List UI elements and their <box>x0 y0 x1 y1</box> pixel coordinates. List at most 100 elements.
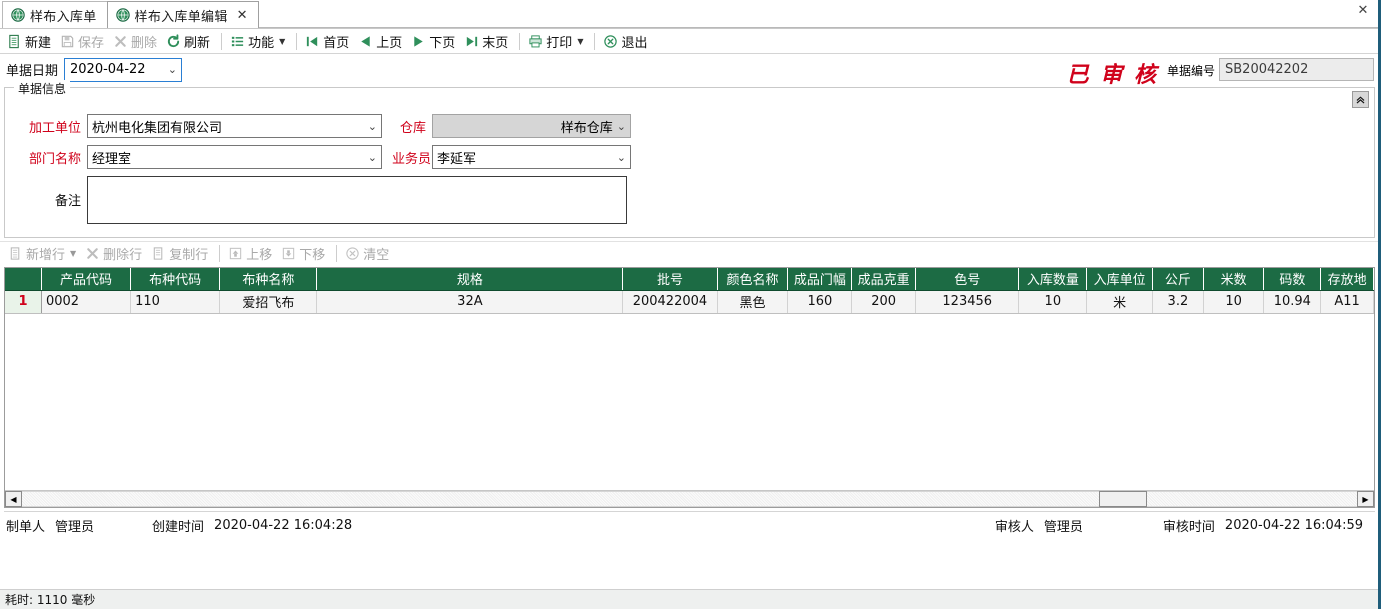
next-page-button[interactable]: 下页 <box>408 30 461 53</box>
collapse-panel-button[interactable] <box>1352 91 1369 108</box>
clear-all-button[interactable]: 清空 <box>342 242 395 265</box>
cell-product_code[interactable]: 0002 <box>41 290 132 314</box>
grid-column-header-finished_weight[interactable]: 成品克重 <box>851 268 917 291</box>
new-button[interactable]: 新建 <box>4 30 57 53</box>
grid-column-header-in_unit[interactable]: 入库单位 <box>1086 268 1154 291</box>
printer-icon <box>528 34 543 49</box>
grid-column-header-in_qty[interactable]: 入库数量 <box>1018 268 1088 291</box>
chevron-down-icon: ▼ <box>279 36 286 46</box>
grid-toolbar-separator <box>336 245 338 262</box>
cell-in_qty[interactable]: 10 <box>1018 290 1088 314</box>
move-up-button[interactable]: 上移 <box>225 242 278 265</box>
status-bar: 耗时: 1110 毫秒 <box>0 589 1378 609</box>
row-number-cell[interactable]: 1 <box>5 290 42 314</box>
delete-button[interactable]: 删除 <box>110 30 163 53</box>
grid-empty-area <box>5 313 1374 483</box>
chevron-down-icon: ▼ <box>577 36 584 46</box>
cell-finished_weight[interactable]: 200 <box>851 290 917 314</box>
grid-column-header-finished_width[interactable]: 成品门幅 <box>787 268 853 291</box>
cell-spec[interactable]: 32A <box>316 290 624 314</box>
cell-fabric_code[interactable]: 110 <box>130 290 221 314</box>
tab-close-icon[interactable]: ✕ <box>237 9 248 22</box>
move-up-icon <box>228 246 243 261</box>
toolbar-separator <box>296 32 298 50</box>
panel-title: 单据信息 <box>14 80 71 97</box>
exit-button[interactable]: 退出 <box>600 30 653 53</box>
toolbar-label: 功能 <box>248 35 275 51</box>
grid-column-header-yards[interactable]: 码数 <box>1263 268 1322 291</box>
window-close-icon[interactable]: ✕ <box>1354 3 1372 19</box>
refresh-button[interactable]: 刷新 <box>163 30 216 53</box>
document-info-panel: 单据信息 加工单位 杭州电化集团有限公司 ⌄ 仓库 样布仓库 ⌄ 部门名称 经理… <box>4 80 1375 238</box>
tab-label: 样布入库单 <box>30 9 97 25</box>
delete-row-button[interactable]: 删除行 <box>82 242 148 265</box>
chevron-down-icon: ⌄ <box>616 119 626 133</box>
grid-column-header-product_code[interactable]: 产品代码 <box>41 268 132 291</box>
move-down-button[interactable]: 下移 <box>278 242 331 265</box>
add-row-icon <box>8 246 23 261</box>
cell-in_unit[interactable]: 米 <box>1086 290 1154 314</box>
toolbar-label: 打印 <box>546 35 573 51</box>
remark-row: 备注 <box>19 176 627 224</box>
toolbar-label: 首页 <box>323 35 350 51</box>
scrollbar-thumb[interactable] <box>1099 491 1147 507</box>
exit-circle-icon <box>603 34 618 49</box>
warehouse-select: 样布仓库 ⌄ <box>432 114 631 138</box>
toolbar-label: 保存 <box>78 35 105 51</box>
grid-column-header-batch_no[interactable]: 批号 <box>622 268 718 291</box>
cell-yards[interactable]: 10.94 <box>1263 290 1322 314</box>
scroll-left-arrow-icon[interactable]: ◀ <box>5 491 22 507</box>
grid-toolbar-label: 上移 <box>246 248 273 263</box>
department-select[interactable]: 经理室 ⌄ <box>87 145 382 169</box>
tab-sample-fabric-inbound-edit[interactable]: 样布入库单编辑 ✕ <box>106 1 259 28</box>
document-date-input[interactable]: 2020-04-22 ⌄ <box>64 57 183 82</box>
grid-column-header-color_name[interactable]: 颜色名称 <box>717 268 789 291</box>
cell-color_name[interactable]: 黑色 <box>717 290 789 314</box>
grid-column-header-meters[interactable]: 米数 <box>1203 268 1265 291</box>
processing-unit-select[interactable]: 杭州电化集团有限公司 ⌄ <box>87 114 382 138</box>
cell-finished_width[interactable]: 160 <box>787 290 853 314</box>
grid-toolbar-label: 下移 <box>299 248 326 263</box>
grid-column-header-kilograms[interactable]: 公斤 <box>1152 268 1204 291</box>
move-down-icon <box>281 246 296 261</box>
cell-batch_no[interactable]: 200422004 <box>622 290 718 314</box>
table-row[interactable]: 1 0002 110 爱招飞布 32A 200422004 黑色 160 200 123456 10… <box>5 290 1374 314</box>
prev-page-button[interactable]: 上页 <box>355 30 408 53</box>
tab-sample-fabric-inbound[interactable]: 样布入库单 <box>2 1 108 28</box>
cell-fabric_name[interactable]: 爱招飞布 <box>219 290 318 314</box>
remark-textarea[interactable] <box>87 176 627 224</box>
grid-column-header-fabric_name[interactable]: 布种名称 <box>219 268 318 291</box>
print-button[interactable]: 打印 ▼ <box>525 30 589 53</box>
document-header-row: 单据日期 2020-04-22 ⌄ 已 审 核 单据编号 SB20042202 <box>0 54 1378 88</box>
last-page-button[interactable]: 末页 <box>461 30 514 53</box>
cell-color_no[interactable]: 123456 <box>915 290 1020 314</box>
processing-unit-label: 加工单位 <box>28 120 81 136</box>
scrollbar-track[interactable] <box>22 491 1099 507</box>
grid-column-header-spec[interactable]: 规格 <box>316 268 624 291</box>
cell-kilograms[interactable]: 3.2 <box>1152 290 1204 314</box>
audit-time-field: 审核时间 2020-04-22 16:04:59 <box>1163 516 1363 535</box>
scrollbar-track-right[interactable] <box>1147 491 1357 507</box>
tab-strip: 样布入库单 样布入库单编辑 ✕ ✕ <box>0 0 1378 29</box>
created-time-label: 创建时间 <box>152 519 205 535</box>
remark-label: 备注 <box>54 194 81 209</box>
grid-column-header-fabric_code[interactable]: 布种代码 <box>130 268 221 291</box>
copy-row-button[interactable]: 复制行 <box>148 242 214 265</box>
toolbar-label: 上页 <box>376 35 403 51</box>
save-button[interactable]: 保存 <box>57 30 110 53</box>
toolbar-label: 刷新 <box>184 35 211 51</box>
approved-stamp: 已 审 核 <box>1066 62 1158 88</box>
new-document-icon <box>7 34 22 49</box>
grid-horizontal-scrollbar[interactable]: ◀ ▶ <box>5 490 1374 507</box>
function-menu-button[interactable]: 功能 ▼ <box>227 30 291 53</box>
salesperson-select[interactable]: 李延军 ⌄ <box>432 145 631 169</box>
warehouse-label: 仓库 <box>399 120 426 136</box>
grid-column-header-location[interactable]: 存放地 <box>1320 268 1374 291</box>
grid-column-header-color_no[interactable]: 色号 <box>915 268 1020 291</box>
cell-location[interactable]: A11 <box>1320 290 1374 314</box>
cell-meters[interactable]: 10 <box>1203 290 1265 314</box>
toolbar-label: 删除 <box>131 35 158 51</box>
first-page-button[interactable]: 首页 <box>302 30 355 53</box>
scroll-right-arrow-icon[interactable]: ▶ <box>1357 491 1374 507</box>
add-row-button[interactable]: 新增行 ▼ <box>5 242 82 265</box>
